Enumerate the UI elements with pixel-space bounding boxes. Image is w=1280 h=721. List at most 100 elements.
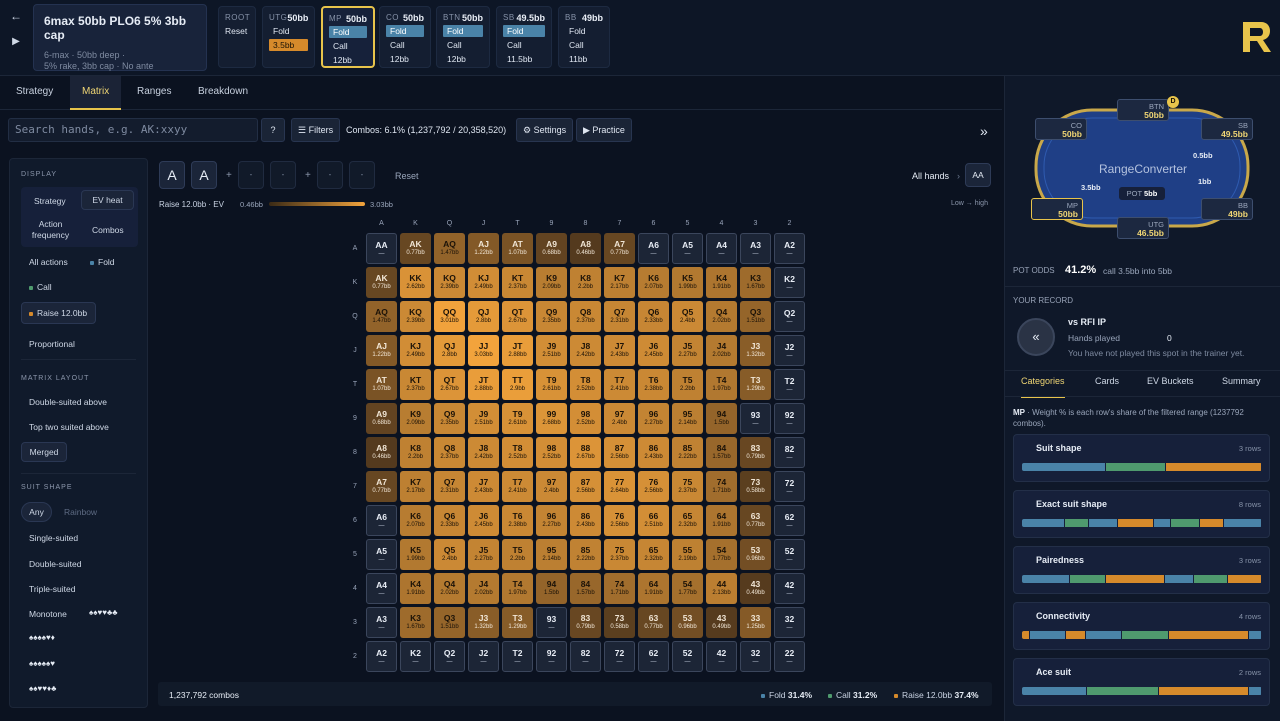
hand-cell[interactable]: 32— bbox=[774, 607, 805, 638]
tab-breakdown[interactable]: Breakdown bbox=[186, 76, 260, 110]
filters-button[interactable]: ☰ Filters bbox=[291, 118, 341, 142]
hand-cell[interactable]: J2— bbox=[468, 641, 499, 672]
hand-cell[interactable]: 43 0.49bb bbox=[706, 607, 737, 638]
hand-cell[interactable]: J7 2.43bb bbox=[604, 335, 635, 366]
suit-mono-option[interactable]: Monotone bbox=[29, 609, 67, 619]
hand-cell[interactable]: A6— bbox=[638, 233, 669, 264]
hand-cell[interactable]: 85 2.22bb bbox=[672, 437, 703, 468]
hand-cell[interactable]: K8 2.2bb bbox=[400, 437, 431, 468]
top-two-suited-above-option[interactable]: Top two suited above bbox=[29, 422, 109, 432]
hand-cell[interactable]: Q2— bbox=[434, 641, 465, 672]
hand-cell[interactable]: 87 2.56bb bbox=[570, 471, 601, 502]
combos-mode[interactable]: Combos bbox=[92, 225, 124, 235]
hand-cell[interactable]: 84 1.57bb bbox=[706, 437, 737, 468]
hand-cell[interactable]: T9 2.61bb bbox=[536, 369, 567, 400]
suit-triple-option[interactable]: Triple-suited bbox=[29, 584, 75, 594]
play-icon[interactable]: ▶ bbox=[8, 34, 24, 50]
card-slot[interactable]: - bbox=[238, 161, 264, 189]
hand-cell[interactable]: QQ 3.01bb bbox=[434, 301, 465, 332]
hand-cell[interactable]: T5 2.2bb bbox=[672, 369, 703, 400]
hand-cell[interactable]: A8 0.46bb bbox=[570, 233, 601, 264]
hand-cell[interactable]: 44 2.13bb bbox=[706, 573, 737, 604]
hand-cell[interactable]: J4 2.02bb bbox=[468, 573, 499, 604]
suit-pattern-option[interactable]: ♠♠♠♠♥♦ bbox=[29, 633, 55, 642]
hand-cell[interactable]: AJ 1.22bb bbox=[468, 233, 499, 264]
raise-filter[interactable]: Raise 12.0bb bbox=[21, 302, 96, 324]
action-option[interactable]: Call bbox=[443, 39, 483, 51]
action-option[interactable]: Call bbox=[565, 39, 603, 51]
hand-cell[interactable]: 65 2.32bb bbox=[672, 505, 703, 536]
hand-cell[interactable]: 42— bbox=[706, 641, 737, 672]
hand-cell[interactable]: J2— bbox=[774, 335, 805, 366]
hand-cell[interactable]: J9 2.51bb bbox=[536, 335, 567, 366]
hand-cell[interactable]: 93— bbox=[536, 607, 567, 638]
action-option[interactable]: Fold bbox=[565, 25, 603, 37]
hand-cell[interactable]: A7 0.77bb bbox=[604, 233, 635, 264]
spot-card[interactable]: 6max 50bb PLO6 5% 3bb cap 6-max · 50bb d… bbox=[33, 4, 207, 71]
hand-cell[interactable]: K4 1.91bb bbox=[706, 267, 737, 298]
hand-cell[interactable]: 75 2.37bb bbox=[604, 539, 635, 570]
reset-cards-button[interactable]: Reset bbox=[395, 171, 419, 181]
action-option[interactable]: 11.5bb bbox=[503, 53, 545, 65]
category-card[interactable]: Suit shape 3 rows bbox=[1013, 434, 1270, 482]
hand-cell[interactable]: T4 1.97bb bbox=[706, 369, 737, 400]
hand-cell[interactable]: A3— bbox=[740, 233, 771, 264]
hand-cell[interactable]: 54 1.77bb bbox=[706, 539, 737, 570]
hand-cell[interactable]: 32— bbox=[740, 641, 771, 672]
hand-cell[interactable]: 22— bbox=[774, 641, 805, 672]
position-node-mp[interactable]: MP 50bb Fold Call 12bb bbox=[321, 6, 375, 68]
hand-cell[interactable]: A2— bbox=[774, 233, 805, 264]
hand-cell[interactable]: A5— bbox=[672, 233, 703, 264]
hand-cell[interactable]: 62— bbox=[638, 641, 669, 672]
hand-cell[interactable]: K2— bbox=[400, 641, 431, 672]
hand-cell[interactable]: QJ 2.8bb bbox=[434, 335, 465, 366]
hand-cell[interactable]: J6 2.45bb bbox=[468, 505, 499, 536]
hand-cell[interactable]: 86 2.43bb bbox=[570, 505, 601, 536]
hand-cell[interactable]: AT 1.07bb bbox=[366, 369, 397, 400]
action-option[interactable]: 12bb bbox=[329, 54, 367, 66]
hand-cell[interactable]: K5 1.99bb bbox=[400, 539, 431, 570]
hand-cell[interactable]: 54 1.77bb bbox=[672, 573, 703, 604]
tab-matrix[interactable]: Matrix bbox=[70, 76, 122, 110]
hand-cell[interactable]: 74 1.71bb bbox=[604, 573, 635, 604]
hand-cell[interactable]: T6 2.38bb bbox=[502, 505, 533, 536]
hand-cell[interactable]: 33 1.25bb bbox=[740, 607, 771, 638]
hand-cell[interactable]: Q2— bbox=[774, 301, 805, 332]
hand-cell[interactable]: Q3 1.51bb bbox=[740, 301, 771, 332]
hand-cell[interactable]: Q5 2.4bb bbox=[434, 539, 465, 570]
hand-cell[interactable]: 62— bbox=[774, 505, 805, 536]
action-option[interactable]: 3.5bb bbox=[269, 39, 308, 51]
hand-cell[interactable]: Q3 1.51bb bbox=[434, 607, 465, 638]
hand-cell[interactable]: 96 2.27bb bbox=[638, 403, 669, 434]
suit-pattern-option[interactable]: ♠♠♠♠♠♥ bbox=[29, 659, 55, 668]
hand-cell[interactable]: K9 2.09bb bbox=[536, 267, 567, 298]
hand-cell[interactable]: KJ 2.49bb bbox=[400, 335, 431, 366]
hand-cell[interactable]: 93— bbox=[740, 403, 771, 434]
hand-cell[interactable]: 73 0.58bb bbox=[604, 607, 635, 638]
action-option[interactable]: Fold bbox=[329, 26, 367, 38]
position-node-bb[interactable]: BB 49bb Fold Call 11bb bbox=[558, 6, 610, 68]
hand-cell[interactable]: AJ 1.22bb bbox=[366, 335, 397, 366]
hand-cell[interactable]: Q6 2.33bb bbox=[434, 505, 465, 536]
hand-cell[interactable]: KQ 2.39bb bbox=[400, 301, 431, 332]
hand-cell[interactable]: QT 2.67bb bbox=[434, 369, 465, 400]
hand-cell[interactable]: 82— bbox=[570, 641, 601, 672]
hand-cell[interactable]: AK 0.77bb bbox=[400, 233, 431, 264]
tab-ranges[interactable]: Ranges bbox=[125, 76, 183, 110]
hand-cell[interactable]: Q8 2.37bb bbox=[434, 437, 465, 468]
search-input[interactable]: Search hands, e.g. AK:xxyy bbox=[8, 118, 258, 142]
hand-cell[interactable]: 97 2.4bb bbox=[604, 403, 635, 434]
hand-cell[interactable]: AQ 1.47bb bbox=[434, 233, 465, 264]
card-slot[interactable]: A bbox=[159, 161, 185, 189]
hand-cell[interactable]: JJ 3.03bb bbox=[468, 335, 499, 366]
action-option[interactable]: Fold bbox=[503, 25, 545, 37]
hand-cell[interactable]: 92— bbox=[536, 641, 567, 672]
hand-cell[interactable]: 52— bbox=[774, 539, 805, 570]
hand-cell[interactable]: T7 2.41bb bbox=[502, 471, 533, 502]
hand-cell[interactable]: 43 0.49bb bbox=[740, 573, 771, 604]
action-option[interactable]: 12bb bbox=[386, 53, 424, 65]
hand-cell[interactable]: A9 0.68bb bbox=[536, 233, 567, 264]
hand-cell[interactable]: Q9 2.35bb bbox=[536, 301, 567, 332]
hand-cell[interactable]: T3 1.29bb bbox=[740, 369, 771, 400]
hand-cell[interactable]: 98 2.52bb bbox=[570, 403, 601, 434]
